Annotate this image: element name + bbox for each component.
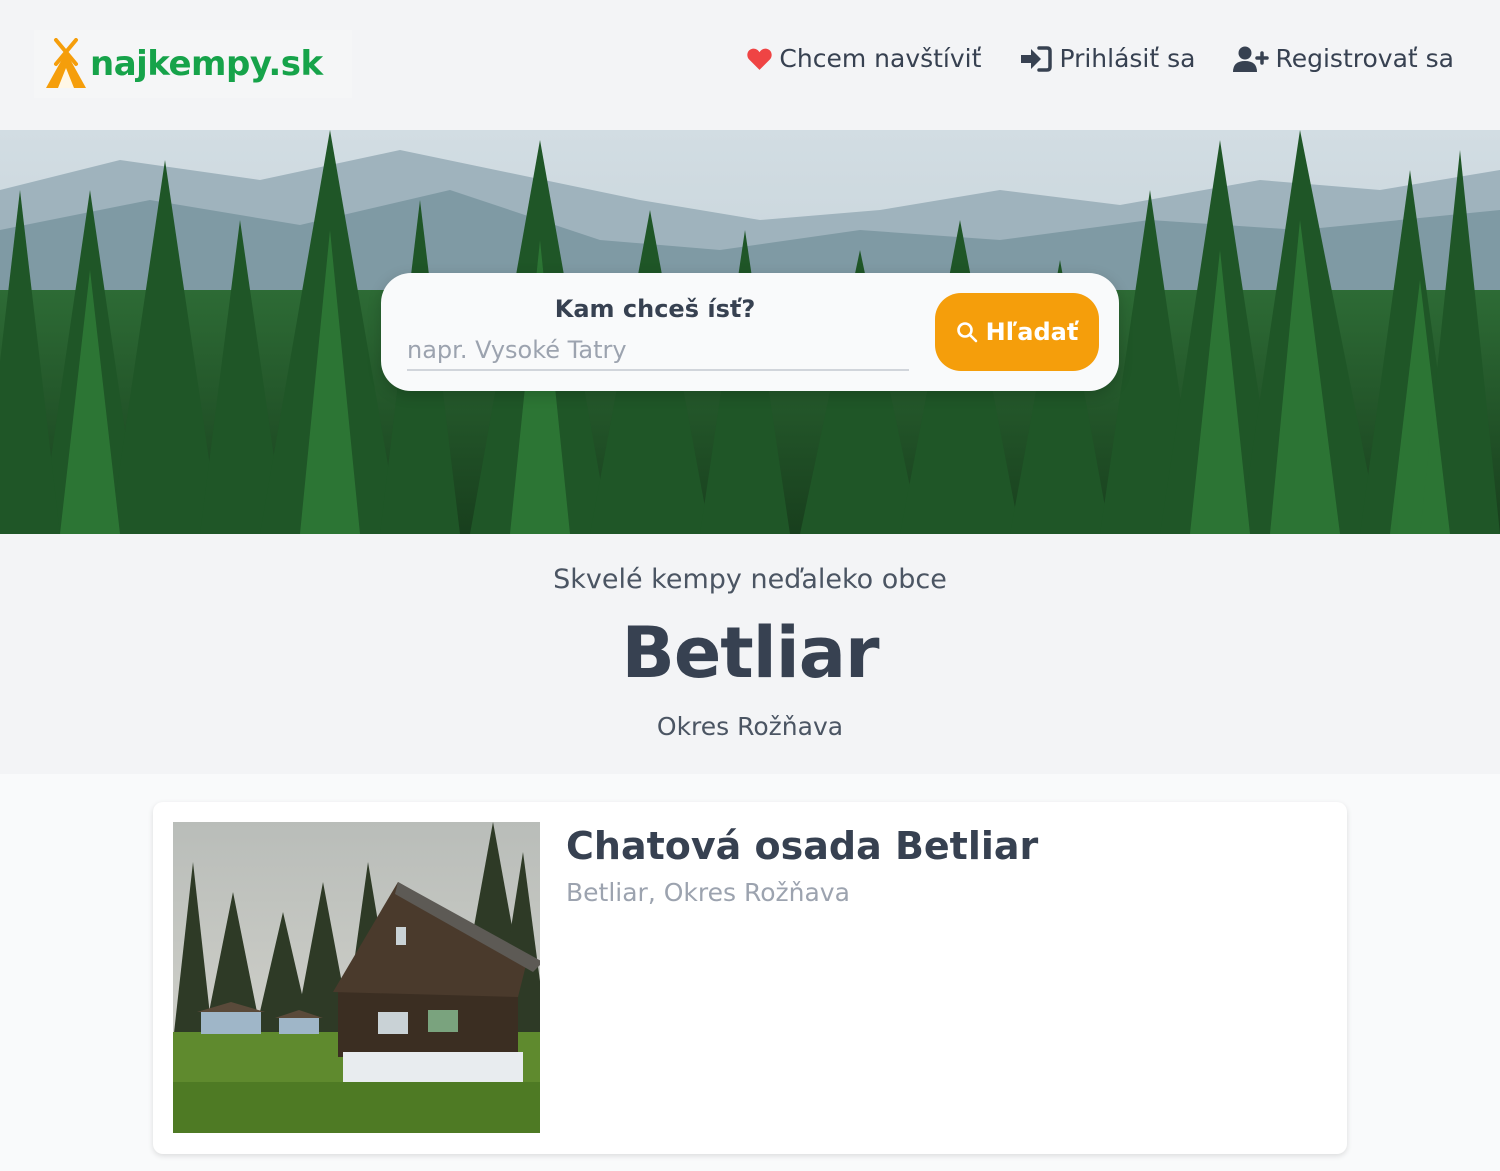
tent-logo-icon — [46, 38, 86, 88]
hero-banner: Kam chceš ísť? Hľadať — [0, 130, 1500, 534]
search-box: Kam chceš ísť? Hľadať — [381, 273, 1119, 391]
site-header: najkempy.sk Chcem navštíviť Prihlásiť sa… — [0, 0, 1500, 130]
page-title: Betliar — [621, 612, 879, 694]
login-link[interactable]: Prihlásiť sa — [1019, 44, 1195, 73]
heart-icon — [747, 48, 773, 70]
camp-photo[interactable] — [173, 822, 540, 1133]
wishlist-label: Chcem navštíviť — [779, 44, 982, 73]
camp-location: Betliar, Okres Rožňava — [566, 878, 850, 907]
search-input[interactable] — [407, 331, 909, 371]
search-button-label: Hľadať — [985, 318, 1079, 346]
register-label: Registrovať sa — [1275, 44, 1454, 73]
main-nav: Chcem navštíviť Prihlásiť sa Registrovať… — [746, 44, 1454, 73]
sign-in-icon — [1021, 45, 1053, 72]
intro-district: Okres Rožňava — [656, 712, 844, 741]
results-list: Chatová osada Betliar Betliar, Okres Rož… — [0, 774, 1500, 1171]
login-label: Prihlásiť sa — [1059, 44, 1196, 73]
camp-title[interactable]: Chatová osada Betliar — [566, 824, 1038, 868]
site-logo[interactable]: najkempy.sk — [34, 30, 352, 98]
register-link[interactable]: Registrovať sa — [1233, 44, 1454, 73]
camp-card[interactable]: Chatová osada Betliar Betliar, Okres Rož… — [153, 802, 1347, 1154]
cabin-photo-image — [173, 822, 540, 1133]
search-button[interactable]: Hľadať — [935, 293, 1099, 371]
intro-subtitle: Skvelé kempy neďaleko obce — [553, 564, 947, 595]
wishlist-link[interactable]: Chcem navštíviť — [746, 44, 981, 73]
location-intro: Skvelé kempy neďaleko obce Betliar Okres… — [0, 534, 1500, 774]
logo-text: najkempy.sk — [90, 44, 323, 84]
user-plus-icon — [1233, 46, 1270, 72]
search-icon — [956, 322, 977, 343]
search-label: Kam chceš ísť? — [554, 295, 756, 323]
